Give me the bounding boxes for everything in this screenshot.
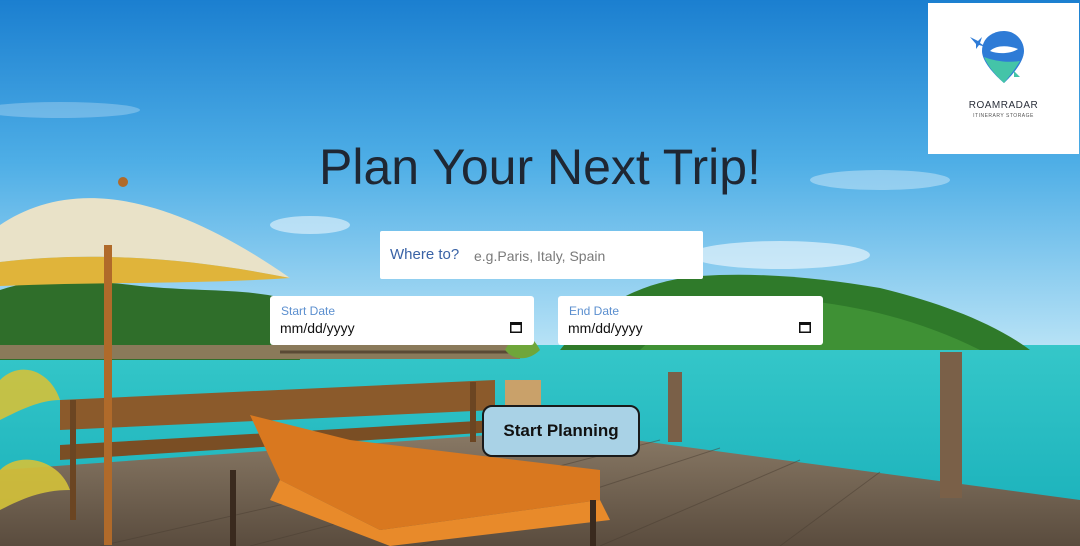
calendar-icon[interactable] [510, 321, 522, 333]
page-title: Plan Your Next Trip! [319, 139, 761, 195]
destination-search-box[interactable]: Where to? [380, 231, 703, 279]
destination-input[interactable] [472, 241, 696, 271]
hero-section: ROAMRADAR ITINERARY STORAGE Plan Your Ne… [0, 0, 1080, 546]
brand-name: ROAMRADAR [968, 100, 1039, 111]
end-date-label: End Date [569, 304, 620, 318]
start-date-value[interactable]: mm/dd/yyyy [280, 320, 355, 336]
start-date-label: Start Date [281, 304, 336, 318]
end-date-value[interactable]: mm/dd/yyyy [568, 320, 643, 336]
brand-tagline: ITINERARY STORAGE [973, 113, 1034, 119]
map-pin-plane-logo-icon [970, 31, 1024, 83]
destination-label: Where to? [390, 246, 460, 263]
end-date-field[interactable]: End Date mm/dd/yyyy [558, 296, 823, 345]
brand-logo-card[interactable]: ROAMRADAR ITINERARY STORAGE [928, 3, 1079, 154]
calendar-icon[interactable] [799, 321, 811, 333]
start-date-field[interactable]: Start Date mm/dd/yyyy [270, 296, 534, 345]
start-planning-button[interactable]: Start Planning [482, 405, 640, 457]
